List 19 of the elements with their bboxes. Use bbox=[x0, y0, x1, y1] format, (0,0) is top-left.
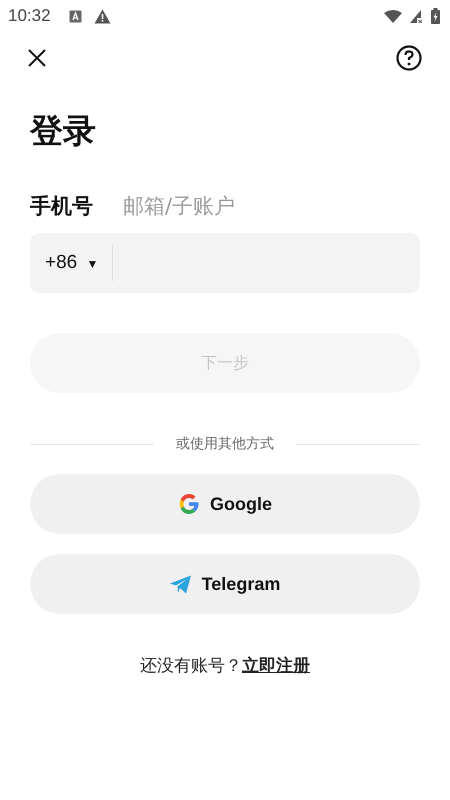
google-icon bbox=[178, 493, 200, 515]
battery-icon bbox=[431, 8, 440, 24]
wifi-icon bbox=[384, 10, 402, 22]
notification-icon bbox=[68, 10, 82, 22]
google-button[interactable]: Google bbox=[30, 474, 420, 534]
page-title: 登录 bbox=[30, 110, 97, 152]
help-icon bbox=[396, 45, 422, 71]
status-time: 10:32 bbox=[8, 6, 51, 26]
telegram-button[interactable]: Telegram bbox=[30, 554, 420, 614]
signup-prompt: 还没有账号？ bbox=[140, 655, 242, 677]
country-code-dropdown[interactable]: +86 ▼ bbox=[30, 252, 112, 274]
signal-icon bbox=[410, 10, 423, 22]
login-tab[interactable]: 手机号 bbox=[30, 192, 93, 220]
phone-field[interactable]: +86 ▼ bbox=[30, 233, 420, 293]
signup-link[interactable]: 立即注册 bbox=[242, 654, 310, 677]
paper-plane-icon bbox=[170, 574, 192, 594]
warning-icon bbox=[94, 8, 111, 24]
close-icon bbox=[28, 49, 46, 67]
divider-text: 或使用其他方式 bbox=[176, 435, 274, 453]
